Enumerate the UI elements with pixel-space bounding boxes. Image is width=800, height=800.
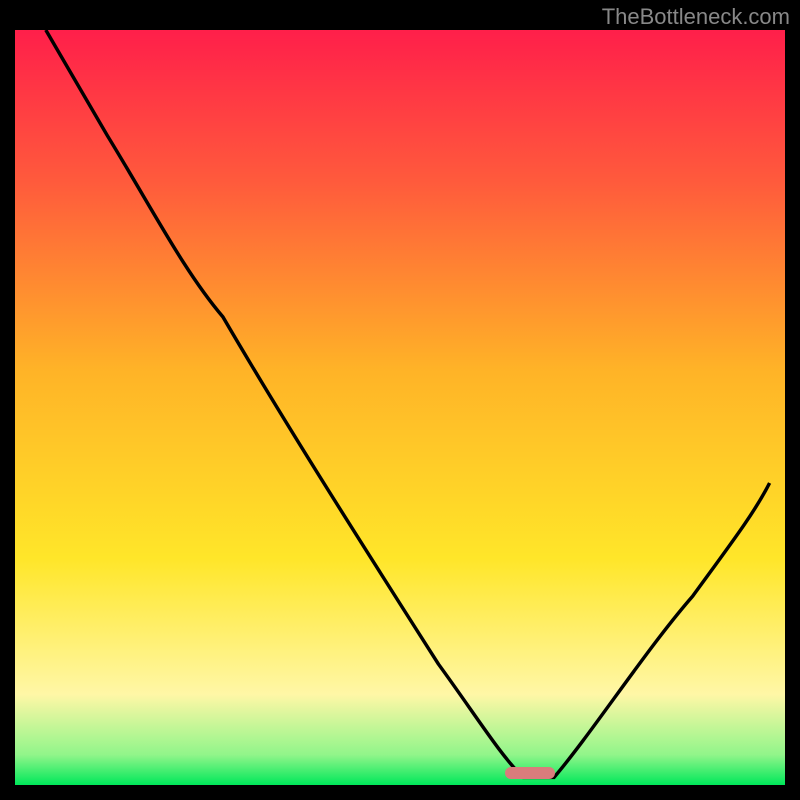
curve-path (46, 30, 770, 777)
optimum-marker (505, 767, 555, 779)
bottleneck-curve (15, 30, 785, 785)
chart-plot-area (15, 30, 785, 785)
watermark-text: TheBottleneck.com (602, 4, 790, 30)
